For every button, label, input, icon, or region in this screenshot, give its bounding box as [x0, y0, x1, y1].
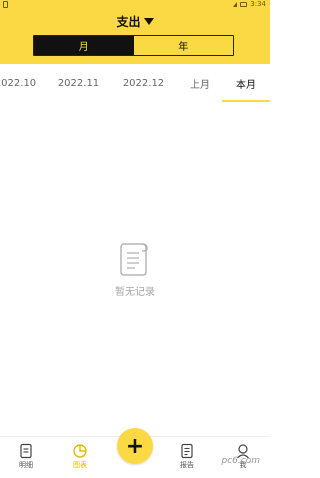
tab-charts-label: 图表: [73, 461, 87, 469]
segment-year[interactable]: 年: [133, 36, 233, 55]
segment-month[interactable]: 月: [34, 36, 134, 55]
page-title[interactable]: 支出: [116, 13, 140, 30]
tab-2022-11[interactable]: 2022.11: [51, 64, 106, 103]
pie-chart-icon: [73, 444, 87, 458]
report-icon: [181, 443, 193, 459]
tab-reports[interactable]: 报告: [167, 443, 207, 470]
tab-this-month[interactable]: 本月: [222, 64, 270, 103]
status-time: 3:34: [250, 0, 266, 8]
tab-last-month[interactable]: 上月: [176, 64, 224, 103]
empty-document-icon: [120, 243, 148, 276]
tab-charts[interactable]: 图表: [60, 443, 100, 470]
add-record-button[interactable]: +: [117, 428, 153, 464]
tab-2022-12[interactable]: 2022.12: [116, 64, 171, 103]
status-right: 3:34: [233, 0, 266, 8]
empty-state: 暂无记录: [0, 240, 270, 298]
type-selector[interactable]: 支出: [0, 12, 270, 30]
app-header: 3:34 支出 月 年: [0, 0, 270, 64]
caret-down-icon[interactable]: [143, 17, 154, 25]
battery-icon: [240, 1, 248, 7]
status-bar: 3:34: [0, 0, 270, 12]
empty-state-label: 暂无记录: [115, 287, 155, 298]
notification-icon: [3, 1, 8, 8]
watermark: pc6.com: [221, 456, 260, 466]
tab-details[interactable]: 明细: [6, 443, 46, 470]
signal-icon: [233, 1, 238, 7]
month-tabs: 2022.10 2022.11 2022.12 上月 本月: [0, 64, 270, 103]
tab-details-label: 明细: [19, 461, 33, 469]
period-segment: 月 年: [33, 35, 234, 56]
tab-reports-label: 报告: [180, 461, 194, 469]
list-icon: [20, 443, 32, 459]
active-tab-indicator: [222, 100, 270, 102]
tab-2022-10[interactable]: 2022.10: [0, 64, 43, 103]
